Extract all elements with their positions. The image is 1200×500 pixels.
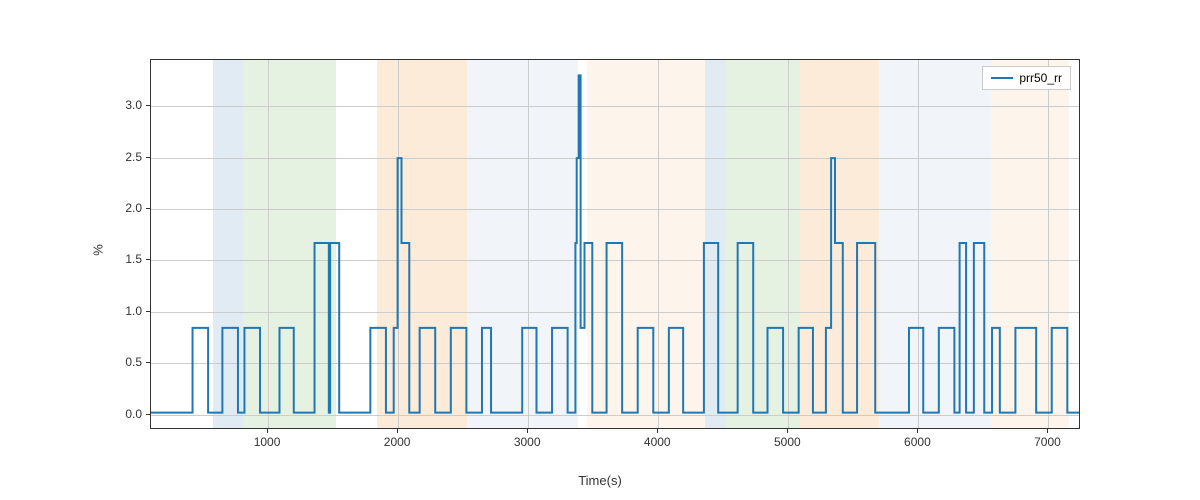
line-series <box>151 60 1079 428</box>
legend-label: prr50_rr <box>1019 71 1062 85</box>
xtick-mark <box>1047 429 1048 433</box>
xtick-mark <box>657 429 658 433</box>
ytick-label: 3.0 <box>125 98 142 112</box>
xtick-label: 2000 <box>384 435 411 449</box>
series-line <box>151 75 1079 412</box>
ytick-mark <box>146 208 150 209</box>
xtick-label: 3000 <box>514 435 541 449</box>
xtick-label: 4000 <box>644 435 671 449</box>
ytick-label: 0.5 <box>125 355 142 369</box>
ytick-mark <box>146 311 150 312</box>
legend-color-swatch <box>991 77 1013 79</box>
ytick-label: 1.5 <box>125 252 142 266</box>
xtick-label: 1000 <box>254 435 281 449</box>
xtick-label: 6000 <box>904 435 931 449</box>
legend: prr50_rr <box>982 66 1071 90</box>
xtick-mark <box>787 429 788 433</box>
ytick-label: 2.0 <box>125 201 142 215</box>
plot-area: prr50_rr <box>150 59 1080 429</box>
ytick-label: 2.5 <box>125 150 142 164</box>
x-axis-label: Time(s) <box>578 473 622 488</box>
xtick-mark <box>527 429 528 433</box>
ytick-label: 0.0 <box>125 407 142 421</box>
ytick-label: 1.0 <box>125 304 142 318</box>
xtick-mark <box>397 429 398 433</box>
ytick-mark <box>146 105 150 106</box>
chart-container: prr50_rr 0.00.51.01.52.02.53.0 100020003… <box>150 59 1080 429</box>
ytick-mark <box>146 362 150 363</box>
y-axis-label: % <box>90 244 105 256</box>
ytick-mark <box>146 414 150 415</box>
xtick-label: 5000 <box>774 435 801 449</box>
ytick-mark <box>146 157 150 158</box>
xtick-mark <box>267 429 268 433</box>
ytick-mark <box>146 259 150 260</box>
xtick-label: 7000 <box>1034 435 1061 449</box>
xtick-mark <box>917 429 918 433</box>
